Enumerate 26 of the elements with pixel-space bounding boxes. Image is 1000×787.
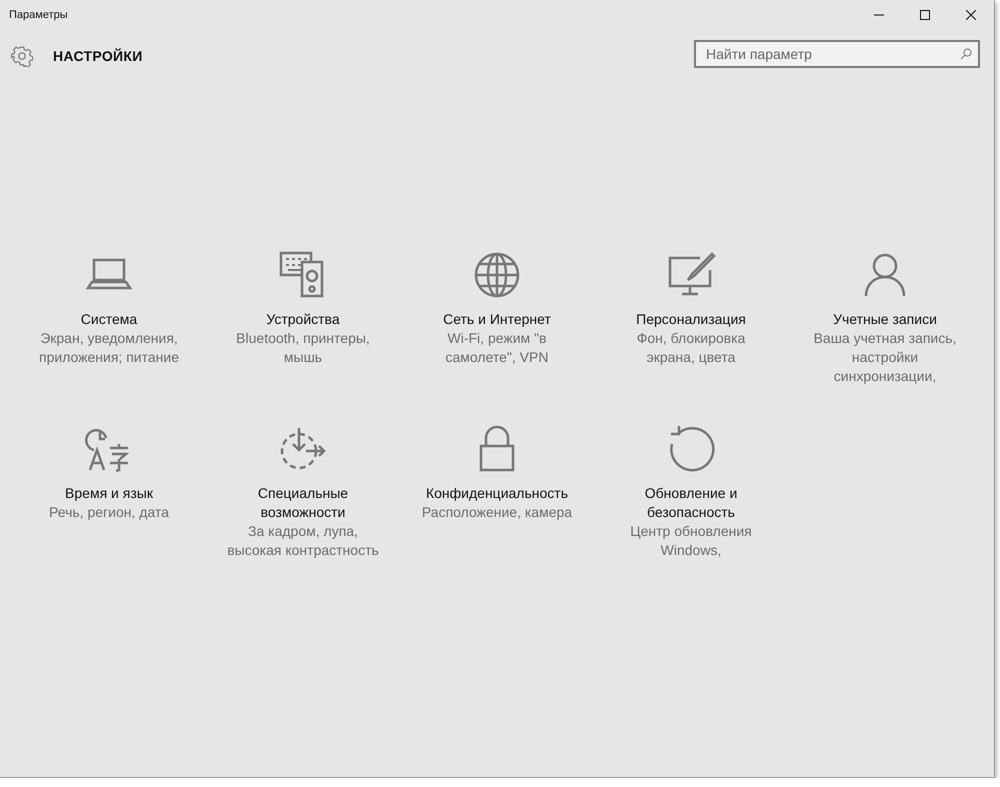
category-title[interactable]: Система xyxy=(80,310,138,329)
category-title[interactable]: Время и язык xyxy=(65,484,153,503)
settings-icon xyxy=(11,45,33,67)
category-title[interactable]: Специальные возможности xyxy=(223,484,383,522)
window-title: Параметры xyxy=(9,9,69,21)
category-title[interactable]: Обновление и безопасность xyxy=(611,484,771,522)
category-description: Bluetooth, принтеры, мышь xyxy=(235,329,371,367)
search-icon xyxy=(960,48,972,60)
category-description: Экран, уведомления, приложения; питание xyxy=(38,329,180,367)
category-description: Расположение, камера xyxy=(422,503,572,522)
category-title[interactable]: Персонализация xyxy=(636,310,746,329)
category-title[interactable]: Устройства xyxy=(266,310,340,329)
close-icon xyxy=(966,10,976,20)
category-description: Центр обновления Windows, xyxy=(629,522,753,560)
category-description: Речь, регион, дата xyxy=(49,503,169,522)
search-field[interactable]: Найти параметр xyxy=(694,40,980,68)
maximize-icon xyxy=(920,10,930,20)
category-description: Фон, блокировка экрана, цвета xyxy=(636,329,746,367)
category-description: Wi-Fi, режим "в самолете", VPN xyxy=(444,329,550,367)
category-title[interactable]: Сеть и Интернет xyxy=(443,310,551,329)
page-title: НАСТРОЙКИ xyxy=(53,48,144,64)
category-description: За кадром, лупа, высокая контрастность xyxy=(226,522,380,560)
category-description: Ваша учетная запись, настройки синхронизации, xyxy=(812,329,958,386)
category-title[interactable]: Учетные записи xyxy=(833,310,937,329)
globe-icon xyxy=(472,250,522,300)
category-title[interactable]: Конфиденциальность xyxy=(426,484,568,503)
